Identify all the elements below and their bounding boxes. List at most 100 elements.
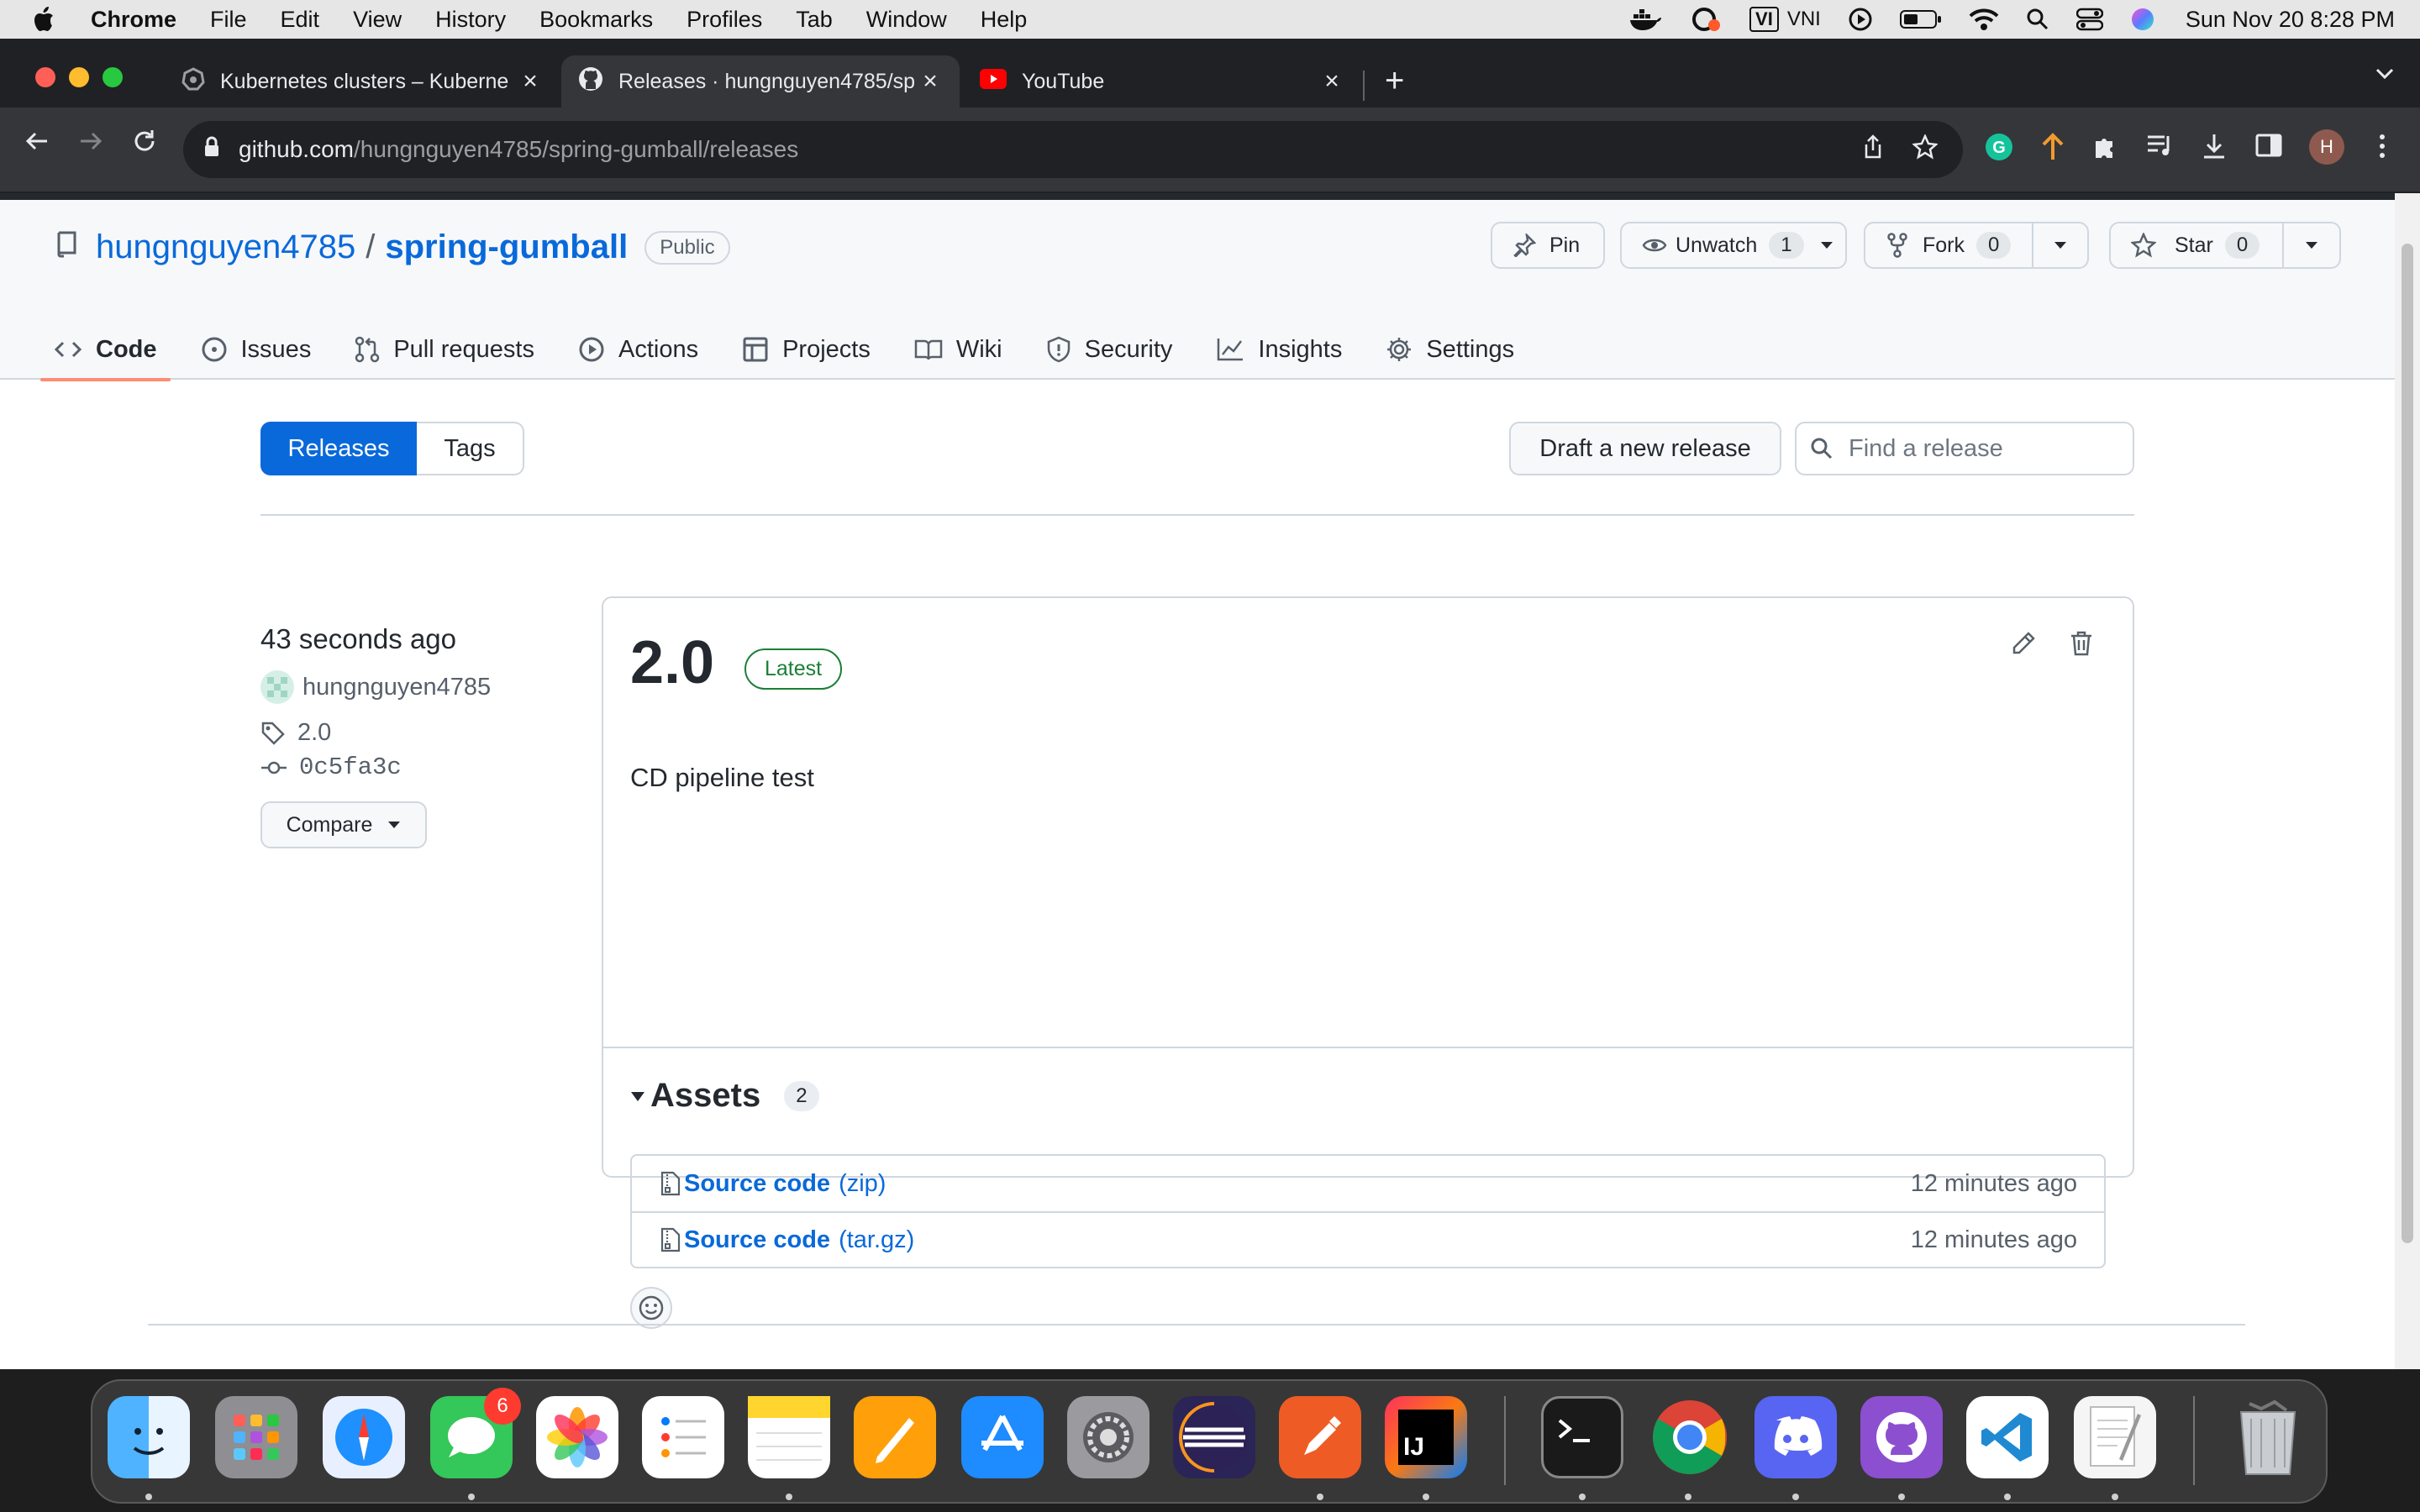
asset-name[interactable]: Source code <box>684 1170 830 1198</box>
new-tab-button[interactable]: + <box>1385 64 1404 97</box>
intellij-idea-icon[interactable]: IJ <box>1385 1396 1467 1478</box>
add-reaction-button[interactable] <box>630 1287 672 1329</box>
tab-wiki[interactable]: Wiki <box>914 319 1002 380</box>
tab-security[interactable]: Security <box>1046 319 1172 380</box>
terminal-icon[interactable] <box>1541 1396 1623 1478</box>
forward-arrow-icon[interactable] <box>77 128 104 159</box>
media-queue-icon[interactable] <box>2146 133 2173 162</box>
release-tag[interactable]: 2.0 <box>297 719 331 747</box>
tab-releases[interactable]: Releases · hungnguyen4785/sp × <box>561 55 960 108</box>
play-circle-icon[interactable] <box>1848 7 1873 32</box>
release-author[interactable]: hungnguyen4785 <box>302 674 491 701</box>
tab-youtube[interactable]: YouTube × <box>963 55 1361 108</box>
launchpad-icon[interactable] <box>215 1396 297 1478</box>
profile-avatar[interactable]: H <box>2309 129 2344 165</box>
postman-icon[interactable] <box>1279 1396 1361 1478</box>
photos-icon[interactable] <box>536 1396 618 1478</box>
author-avatar[interactable] <box>260 670 294 704</box>
grammarly-icon[interactable]: G <box>1985 133 2013 165</box>
tab-issues[interactable]: Issues <box>201 319 311 380</box>
control-center-icon[interactable] <box>2075 8 2103 31</box>
textedit-icon[interactable] <box>2074 1396 2156 1478</box>
releases-tab-button[interactable]: Releases <box>260 422 417 475</box>
pin-button[interactable]: Pin <box>1491 222 1605 269</box>
github-desktop-icon[interactable] <box>1860 1396 1943 1478</box>
reminders-icon[interactable] <box>642 1396 724 1478</box>
vscode-icon[interactable] <box>1966 1396 2049 1478</box>
window-close-button[interactable] <box>35 67 55 87</box>
tab-actions[interactable]: Actions <box>578 319 698 380</box>
input-method-indicator[interactable]: VI VNI <box>1749 7 1821 32</box>
eclipse-icon[interactable] <box>1173 1396 1255 1478</box>
safari-icon[interactable] <box>323 1396 405 1478</box>
extension-arrow-icon[interactable] <box>2040 133 2065 165</box>
google-chrome-icon[interactable] <box>1649 1396 1731 1478</box>
share-icon[interactable] <box>1862 134 1884 165</box>
window-minimize-button[interactable] <box>69 67 89 87</box>
discord-icon[interactable] <box>1754 1396 1837 1478</box>
tab-insights[interactable]: Insights <box>1216 319 1342 380</box>
fork-dropdown-button[interactable] <box>2033 240 2087 250</box>
spotlight-search-icon[interactable] <box>2026 8 2049 31</box>
menu-edit[interactable]: Edit <box>281 7 320 33</box>
battery-icon[interactable] <box>1899 9 1942 29</box>
star-button[interactable]: Star 0 <box>2111 223 2284 267</box>
menu-window[interactable]: Window <box>866 7 947 33</box>
repo-name-link[interactable]: spring-gumball <box>385 228 628 266</box>
notes-icon[interactable] <box>748 1396 830 1478</box>
pages-icon[interactable] <box>854 1396 936 1478</box>
menu-history[interactable]: History <box>435 7 506 33</box>
fork-button[interactable]: Fork 0 <box>1865 223 2033 267</box>
scrollbar-thumb[interactable] <box>2402 244 2413 1243</box>
system-preferences-icon[interactable] <box>1067 1396 1150 1478</box>
page-scrollbar[interactable] <box>2395 193 2420 1369</box>
lock-icon[interactable] <box>203 136 220 164</box>
reload-icon[interactable] <box>131 128 158 159</box>
menu-file[interactable]: File <box>210 7 247 33</box>
asset-row[interactable]: Source code (tar.gz) 12 minutes ago <box>632 1211 2104 1267</box>
siri-icon[interactable] <box>2130 7 2155 32</box>
repo-owner-link[interactable]: hungnguyen4785 <box>96 228 355 266</box>
find-release-input[interactable]: Find a release <box>1795 422 2134 475</box>
tab-code[interactable]: Code <box>40 319 170 381</box>
app-store-icon[interactable] <box>961 1396 1044 1478</box>
wifi-icon[interactable] <box>1969 8 1999 31</box>
tab-settings[interactable]: Settings <box>1386 319 1514 380</box>
extensions-puzzle-icon[interactable] <box>2092 133 2119 164</box>
menu-profiles[interactable]: Profiles <box>687 7 762 33</box>
release-commit[interactable]: 0c5fa3c <box>299 753 402 781</box>
menu-help[interactable]: Help <box>981 7 1028 33</box>
menu-app-name[interactable]: Chrome <box>91 7 176 33</box>
tab-projects[interactable]: Projects <box>742 319 871 380</box>
window-zoom-button[interactable] <box>103 67 123 87</box>
tab-search-chevron-icon[interactable] <box>2375 67 2395 85</box>
release-title[interactable]: 2.0 <box>630 628 714 697</box>
chrome-menu-icon[interactable] <box>2378 133 2386 164</box>
creative-cloud-icon[interactable] <box>1689 7 1723 32</box>
finder-icon[interactable] <box>108 1396 190 1478</box>
tags-tab-button[interactable]: Tags <box>417 422 524 475</box>
assets-toggle[interactable]: Assets 2 <box>630 1077 819 1115</box>
apple-menu-icon[interactable] <box>32 7 55 32</box>
close-icon[interactable]: × <box>918 67 943 96</box>
asset-ext[interactable]: (zip) <box>839 1170 886 1198</box>
menu-view[interactable]: View <box>353 7 402 33</box>
menu-bookmarks[interactable]: Bookmarks <box>539 7 653 33</box>
download-icon[interactable] <box>2202 133 2227 164</box>
unwatch-button[interactable]: Unwatch 1 <box>1620 222 1847 269</box>
close-icon[interactable]: × <box>1319 67 1344 96</box>
close-icon[interactable]: × <box>518 67 543 96</box>
bookmark-star-icon[interactable] <box>1912 133 1939 165</box>
trash-bin-icon[interactable] <box>2227 1396 2309 1478</box>
address-bar[interactable]: github.com/hungnguyen4785/spring-gumball… <box>183 121 1963 178</box>
release-time[interactable]: 43 seconds ago <box>260 623 491 655</box>
compare-button[interactable]: Compare <box>260 801 427 848</box>
side-panel-icon[interactable] <box>2255 133 2282 162</box>
asset-row[interactable]: Source code (zip) 12 minutes ago <box>632 1156 2104 1211</box>
pencil-icon[interactable] <box>2010 630 2037 661</box>
asset-name[interactable]: Source code <box>684 1226 830 1254</box>
draft-new-release-button[interactable]: Draft a new release <box>1509 422 1781 475</box>
trash-icon[interactable] <box>2069 630 2094 661</box>
tab-kubernetes[interactable]: Kubernetes clusters – Kuberne × <box>165 55 560 108</box>
tab-pull-requests[interactable]: Pull requests <box>355 319 534 380</box>
